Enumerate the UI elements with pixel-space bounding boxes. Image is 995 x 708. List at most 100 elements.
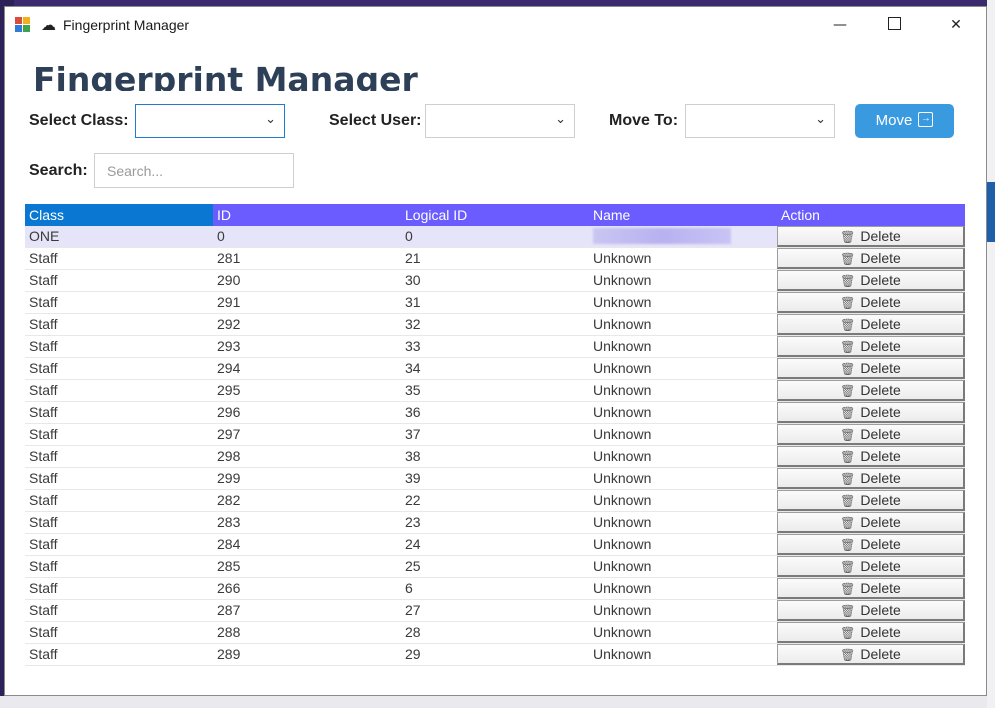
delete-button-label: Delete bbox=[860, 580, 901, 596]
table-header: Class ID Logical ID Name Action bbox=[25, 204, 965, 226]
delete-button[interactable]: 🗑 Delete bbox=[777, 380, 965, 401]
delete-button[interactable]: 🗑 Delete bbox=[777, 248, 965, 269]
cell-name: Unknown bbox=[593, 448, 652, 464]
table-row[interactable]: Staff 288 28 Unknown 🗑 Delete bbox=[25, 622, 965, 644]
cell-name: Unknown bbox=[593, 338, 652, 354]
table-row[interactable]: Staff 285 25 Unknown 🗑 Delete bbox=[25, 556, 965, 578]
delete-button[interactable]: 🗑 Delete bbox=[777, 534, 965, 555]
delete-button[interactable]: 🗑 Delete bbox=[777, 556, 965, 577]
delete-button[interactable]: 🗑 Delete bbox=[777, 446, 965, 467]
table-row[interactable]: Staff 281 21 Unknown 🗑 Delete bbox=[25, 248, 965, 270]
delete-button[interactable]: 🗑 Delete bbox=[777, 292, 965, 313]
delete-button-label: Delete bbox=[860, 470, 901, 486]
delete-button[interactable]: 🗑 Delete bbox=[777, 314, 965, 335]
table-row[interactable]: Staff 282 22 Unknown 🗑 Delete bbox=[25, 490, 965, 512]
cell-class: Staff bbox=[29, 536, 58, 552]
table-row[interactable]: Staff 296 36 Unknown 🗑 Delete bbox=[25, 402, 965, 424]
move-button[interactable]: Move → bbox=[855, 104, 954, 138]
delete-button[interactable]: 🗑 Delete bbox=[777, 402, 965, 423]
trash-icon: 🗑 bbox=[840, 384, 856, 398]
move-to-dropdown[interactable]: ⌄ bbox=[685, 104, 835, 138]
trash-icon: 🗑 bbox=[840, 450, 856, 464]
column-header-logical-id[interactable]: Logical ID bbox=[401, 204, 589, 226]
cell-logical-id: 31 bbox=[405, 294, 421, 310]
select-user-dropdown[interactable]: ⌄ bbox=[425, 104, 575, 138]
cell-logical-id: 32 bbox=[405, 316, 421, 332]
cell-class: Staff bbox=[29, 514, 58, 530]
trash-icon: 🗑 bbox=[840, 494, 856, 508]
cell-logical-id: 37 bbox=[405, 426, 421, 442]
cell-logical-id: 27 bbox=[405, 602, 421, 618]
fingerprint-cloud-icon: ☁ bbox=[41, 16, 56, 34]
cell-class: Staff bbox=[29, 448, 58, 464]
search-input[interactable] bbox=[94, 153, 294, 188]
cell-name: Unknown bbox=[593, 382, 652, 398]
table-row[interactable]: Staff 283 23 Unknown 🗑 Delete bbox=[25, 512, 965, 534]
table-row[interactable]: Staff 297 37 Unknown 🗑 Delete bbox=[25, 424, 965, 446]
delete-button[interactable]: 🗑 Delete bbox=[777, 358, 965, 379]
cell-class: Staff bbox=[29, 646, 58, 662]
delete-button[interactable]: 🗑 Delete bbox=[777, 622, 965, 643]
delete-button[interactable]: 🗑 Delete bbox=[777, 424, 965, 445]
table-row[interactable]: Staff 299 39 Unknown 🗑 Delete bbox=[25, 468, 965, 490]
cell-logical-id: 21 bbox=[405, 250, 421, 266]
column-header-id[interactable]: ID bbox=[213, 204, 401, 226]
move-to-label: Move To: bbox=[609, 112, 679, 129]
table-row[interactable]: Staff 266 6 Unknown 🗑 Delete bbox=[25, 578, 965, 600]
delete-button-label: Delete bbox=[860, 646, 901, 662]
table-row[interactable]: Staff 287 27 Unknown 🗑 Delete bbox=[25, 600, 965, 622]
delete-button-label: Delete bbox=[860, 624, 901, 640]
delete-button[interactable]: 🗑 Delete bbox=[777, 512, 965, 533]
cell-name: Unknown bbox=[593, 558, 652, 574]
table-row[interactable]: Staff 294 34 Unknown 🗑 Delete bbox=[25, 358, 965, 380]
cell-class: Staff bbox=[29, 580, 58, 596]
column-header-name[interactable]: Name bbox=[589, 204, 777, 226]
minimize-button[interactable]: — bbox=[817, 7, 863, 43]
table-row[interactable]: ONE 0 0 🗑 Delete bbox=[25, 226, 965, 248]
table-row[interactable]: Staff 289 29 Unknown 🗑 Delete bbox=[25, 644, 965, 666]
cell-id: 294 bbox=[217, 360, 241, 376]
cell-class: Staff bbox=[29, 382, 58, 398]
trash-icon: 🗑 bbox=[840, 560, 856, 574]
trash-icon: 🗑 bbox=[840, 406, 856, 420]
delete-button[interactable]: 🗑 Delete bbox=[777, 644, 965, 665]
trash-icon: 🗑 bbox=[840, 296, 856, 310]
cell-id: 288 bbox=[217, 624, 241, 640]
delete-button-label: Delete bbox=[860, 492, 901, 508]
delete-button[interactable]: 🗑 Delete bbox=[777, 336, 965, 357]
delete-button[interactable]: 🗑 Delete bbox=[777, 270, 965, 291]
chevron-down-icon: ⌄ bbox=[815, 112, 826, 127]
delete-button[interactable]: 🗑 Delete bbox=[777, 600, 965, 621]
app-icon bbox=[15, 17, 31, 33]
page-heading: Fingerprint Manager bbox=[33, 60, 418, 91]
column-header-action[interactable]: Action bbox=[777, 204, 965, 226]
table-row[interactable]: Staff 284 24 Unknown 🗑 Delete bbox=[25, 534, 965, 556]
title-bar[interactable]: ☁ Fingerprint Manager — ✕ bbox=[5, 7, 986, 43]
table-row[interactable]: Staff 291 31 Unknown 🗑 Delete bbox=[25, 292, 965, 314]
cell-logical-id: 25 bbox=[405, 558, 421, 574]
cell-name: Unknown bbox=[593, 602, 652, 618]
select-class-dropdown[interactable]: ⌄ bbox=[135, 104, 285, 138]
table-row[interactable]: Staff 298 38 Unknown 🗑 Delete bbox=[25, 446, 965, 468]
chevron-down-icon: ⌄ bbox=[555, 112, 566, 127]
cell-name: Unknown bbox=[593, 514, 652, 530]
delete-button-label: Delete bbox=[860, 294, 901, 310]
cell-id: 292 bbox=[217, 316, 241, 332]
table-row[interactable]: Staff 290 30 Unknown 🗑 Delete bbox=[25, 270, 965, 292]
table-row[interactable]: Staff 295 35 Unknown 🗑 Delete bbox=[25, 380, 965, 402]
trash-icon: 🗑 bbox=[840, 626, 856, 640]
table-row[interactable]: Staff 292 32 Unknown 🗑 Delete bbox=[25, 314, 965, 336]
cell-name: Unknown bbox=[593, 360, 652, 376]
column-header-class[interactable]: Class bbox=[25, 204, 213, 226]
close-button[interactable]: ✕ bbox=[933, 7, 979, 43]
maximize-button[interactable] bbox=[871, 7, 917, 43]
cell-logical-id: 30 bbox=[405, 272, 421, 288]
cell-class: Staff bbox=[29, 338, 58, 354]
delete-button[interactable]: 🗑 Delete bbox=[777, 578, 965, 599]
table-row[interactable]: Staff 293 33 Unknown 🗑 Delete bbox=[25, 336, 965, 358]
delete-button[interactable]: 🗑 Delete bbox=[777, 226, 965, 247]
delete-button[interactable]: 🗑 Delete bbox=[777, 490, 965, 511]
trash-icon: 🗑 bbox=[840, 252, 856, 266]
delete-button[interactable]: 🗑 Delete bbox=[777, 468, 965, 489]
cell-name: Unknown bbox=[593, 294, 652, 310]
